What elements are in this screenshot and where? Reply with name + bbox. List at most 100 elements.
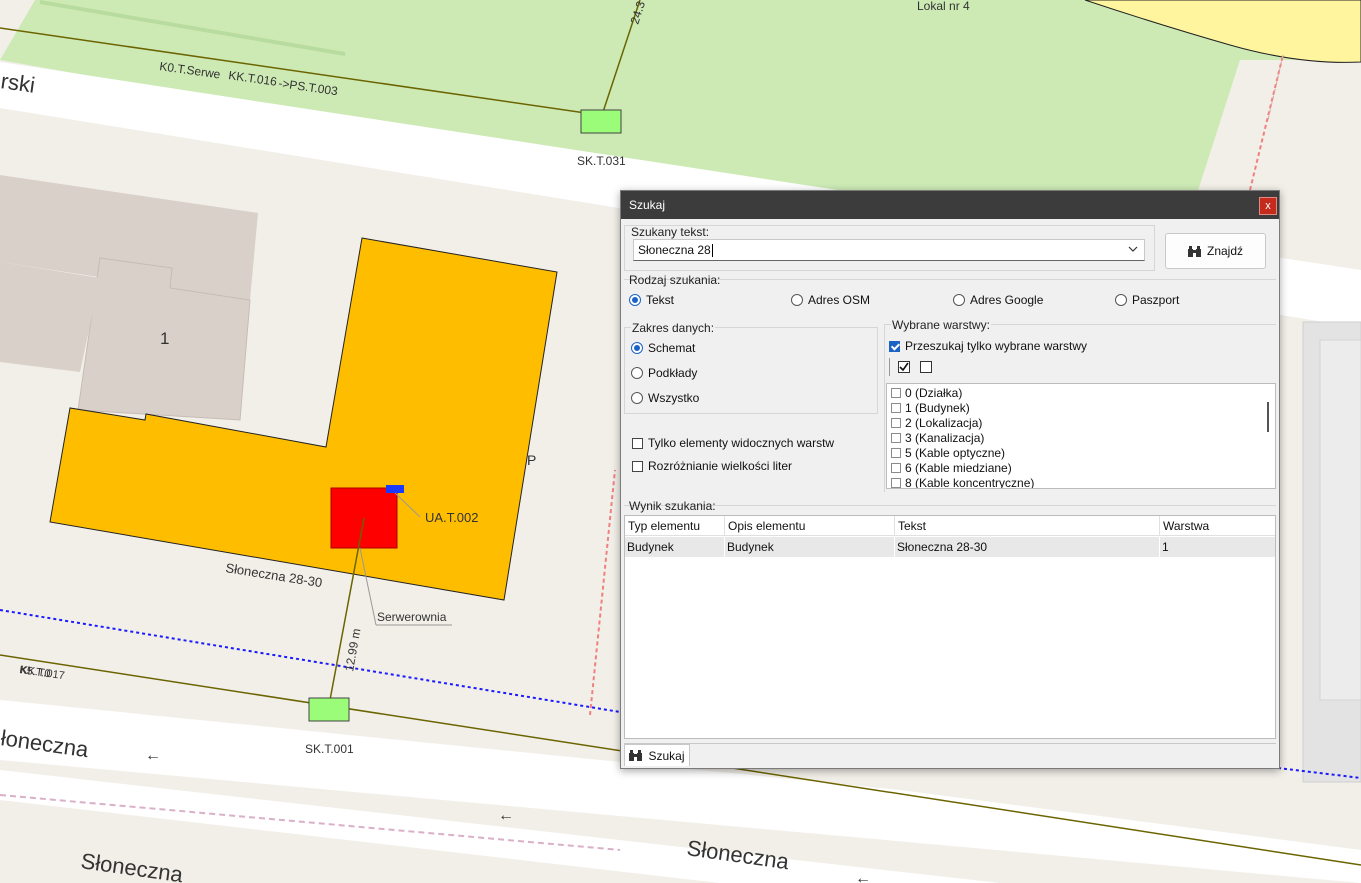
radio-all[interactable]: Wszystko [631, 391, 699, 405]
results-label: Wynik szukania: [629, 499, 716, 513]
map-building-number: 1 [160, 329, 169, 348]
toolbar-separator [889, 358, 890, 376]
data-scope-label: Zakres danych: [631, 321, 716, 335]
radio-all-label: Wszystko [648, 391, 700, 405]
radio-text-label: Tekst [646, 293, 675, 307]
radio-dot [1115, 294, 1127, 306]
find-button[interactable]: Znajdź [1165, 233, 1266, 269]
layer-item-label: 2 (Lokalizacja) [905, 416, 983, 430]
radio-passport[interactable]: Paszport [1115, 293, 1179, 307]
dialog-titlebar[interactable]: Szukaj x [621, 191, 1279, 219]
case-sensitive-label: Rozróżnianie wielkości liter [648, 459, 793, 473]
radio-osm-label: Adres OSM [808, 293, 871, 307]
column-header-type[interactable]: Typ elementu [625, 516, 725, 536]
search-input-value: Słoneczna 28 [638, 243, 713, 258]
node-top-label: SK.T.031 [577, 154, 626, 168]
layer-item-label: 3 (Kanalizacja) [905, 431, 985, 445]
layer-item[interactable]: 2 (Lokalizacja) [891, 416, 982, 430]
checkbox-box [632, 437, 643, 449]
radio-schema[interactable]: Schemat [631, 341, 695, 355]
checkbox-box [632, 460, 643, 472]
column-header-description[interactable]: Opis elementu [725, 516, 895, 536]
parking-label: P [527, 452, 536, 468]
checkbox-box [891, 403, 901, 413]
chevron-down-icon[interactable] [1128, 244, 1138, 254]
radio-google-address[interactable]: Adres Google [953, 293, 1043, 307]
radio-dot [629, 294, 641, 306]
layer-item[interactable]: 1 (Budynek) [891, 401, 970, 415]
checkbox-box [889, 340, 900, 352]
find-button-label: Znajdź [1206, 244, 1244, 258]
device-blue-marker[interactable] [386, 485, 404, 493]
uncheck-all-icon[interactable] [920, 361, 932, 373]
check-all-icon[interactable] [898, 361, 910, 373]
layer-item-label: 5 (Kable optyczne) [905, 446, 1006, 460]
table-cell[interactable]: 1 [1160, 537, 1275, 557]
device-label: UA.T.002 [425, 510, 478, 525]
radio-google-label: Adres Google [970, 293, 1044, 307]
checkbox-box [891, 448, 901, 458]
right-building-inner [1319, 339, 1361, 701]
checkbox-box [891, 418, 901, 428]
layer-item[interactable]: 5 (Kable optyczne) [891, 446, 1005, 460]
table-cell[interactable]: Słoneczna 28-30 [895, 537, 1160, 557]
arrow-left-icon: ← [145, 747, 161, 764]
radio-text[interactable]: Tekst [629, 293, 674, 307]
checkbox-box [891, 388, 901, 398]
search-selected-layers-checkbox[interactable]: Przeszukaj tylko wybrane warstwy [889, 339, 1087, 353]
layer-item-label: 1 (Budynek) [905, 401, 970, 415]
binoculars-icon [1187, 245, 1201, 257]
column-header-layer[interactable]: Warstwa [1160, 516, 1275, 536]
search-input[interactable]: Słoneczna 28 [633, 239, 1145, 261]
room-label: Serwerownia [377, 610, 447, 624]
results-group [624, 505, 1276, 515]
results-table[interactable]: Typ elementu Opis elementu Tekst Warstwa… [624, 515, 1276, 739]
selected-layers-label: Wybrane warstwy: [891, 318, 991, 332]
layer-item[interactable]: 3 (Kanalizacja) [891, 431, 984, 445]
column-header-text[interactable]: Tekst [895, 516, 1160, 536]
layer-item[interactable]: 0 (Działka) [891, 386, 962, 400]
arrow-left-icon: ← [855, 870, 871, 883]
layer-item-label: 0 (Działka) [905, 386, 963, 400]
radio-dot [791, 294, 803, 306]
layer-item-label: 6 (Kable miedziane) [905, 461, 1012, 475]
radio-base-maps[interactable]: Podkłady [631, 366, 697, 380]
tab-search[interactable]: Szukaj [624, 744, 690, 766]
radio-schema-label: Schemat [648, 341, 696, 355]
radio-osm-address[interactable]: Adres OSM [791, 293, 870, 307]
bottom-tab-strip [624, 743, 1276, 744]
checkbox-box [891, 433, 901, 443]
binoculars-icon [629, 750, 643, 761]
node-top[interactable] [580, 109, 622, 134]
lokal-label: Lokal nr 4 [917, 0, 970, 13]
radio-passport-label: Paszport [1132, 293, 1180, 307]
layer-item[interactable]: 8 (Kable koncentryczne) [891, 476, 1035, 489]
table-cell[interactable]: Budynek [625, 537, 725, 557]
layer-list[interactable]: 0 (Działka) 1 (Budynek) 2 (Lokalizacja) … [886, 383, 1276, 489]
search-selected-layers-label: Przeszukaj tylko wybrane warstwy [905, 339, 1088, 353]
table-cell[interactable]: Budynek [725, 537, 895, 557]
layer-item-label: 8 (Kable koncentryczne) [905, 476, 1035, 489]
arrow-left-icon: ← [498, 807, 514, 824]
visible-layers-only-checkbox[interactable]: Tylko elementy widocznych warstw [632, 436, 834, 450]
tab-search-label: Szukaj [648, 748, 685, 763]
node-bottom-label: SK.T.001 [305, 742, 354, 756]
dialog-title: Szukaj [629, 198, 666, 212]
case-sensitive-checkbox[interactable]: Rozróżnianie wielkości liter [632, 459, 792, 473]
radio-dot [631, 367, 643, 379]
radio-dot [631, 392, 643, 404]
layer-item[interactable]: 6 (Kable miedziane) [891, 461, 1012, 475]
checkbox-box [891, 463, 901, 473]
radio-dot [953, 294, 965, 306]
visible-layers-only-label: Tylko elementy widocznych warstw [648, 436, 835, 450]
search-type-label: Rodzaj szukania: [629, 273, 721, 287]
node-bottom[interactable] [308, 697, 350, 722]
close-button[interactable]: x [1259, 197, 1277, 215]
radio-base-maps-label: Podkłady [648, 366, 698, 380]
radio-dot [631, 342, 643, 354]
street-label-top: rski [0, 68, 37, 98]
search-dialog: Szukaj x Szukany tekst: Słoneczna 28 Zna… [620, 190, 1280, 769]
layer-list-scrollbar[interactable] [1267, 402, 1269, 432]
checkbox-box [891, 478, 901, 488]
search-text-label: Szukany tekst: [631, 225, 710, 239]
